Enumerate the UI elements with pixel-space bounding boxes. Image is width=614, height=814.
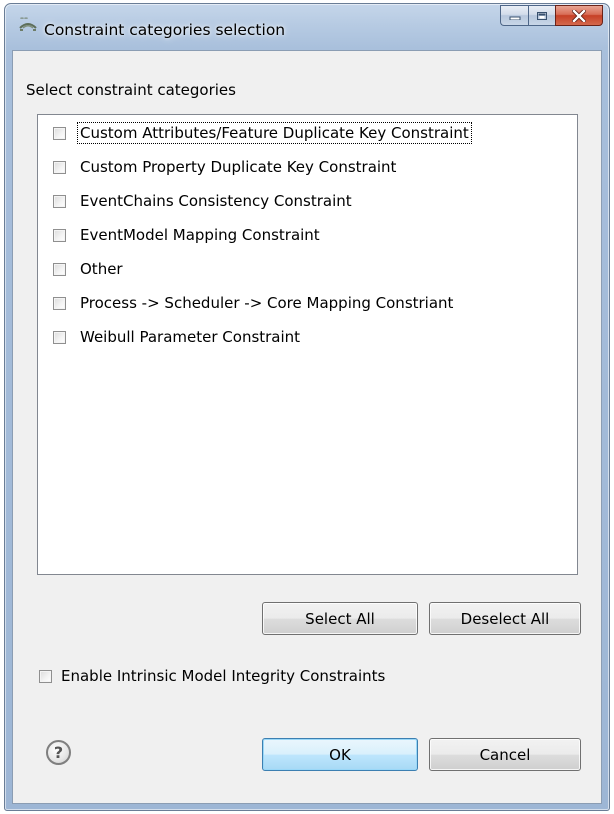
category-checkbox[interactable] — [53, 126, 66, 140]
minimize-icon — [509, 16, 520, 20]
maximize-button[interactable] — [528, 5, 555, 26]
category-label[interactable]: Process -> Scheduler -> Core Mapping Con… — [78, 293, 455, 313]
category-checkbox[interactable] — [53, 330, 66, 344]
caption-buttons — [500, 5, 603, 27]
close-icon — [572, 9, 586, 22]
category-item[interactable]: Weibull Parameter Constraint — [53, 324, 302, 350]
ok-button[interactable]: OK — [262, 738, 418, 771]
category-label[interactable]: EventChains Consistency Constraint — [78, 191, 354, 211]
title-bar[interactable]: Constraint categories selection — [5, 4, 609, 50]
intrinsic-constraints-label[interactable]: Enable Intrinsic Model Integrity Constra… — [61, 667, 385, 685]
help-icon[interactable]: ? — [46, 740, 71, 765]
category-label[interactable]: Custom Attributes/Feature Duplicate Key … — [77, 122, 472, 144]
category-checkbox[interactable] — [53, 296, 66, 310]
category-item[interactable]: Custom Attributes/Feature Duplicate Key … — [53, 120, 472, 146]
category-list[interactable]: Custom Attributes/Feature Duplicate Key … — [37, 114, 578, 575]
maximize-icon — [537, 11, 547, 20]
close-button[interactable] — [555, 5, 603, 26]
category-item[interactable]: EventModel Mapping Constraint — [53, 222, 322, 248]
app-icon — [19, 17, 37, 31]
category-checkbox[interactable] — [53, 160, 66, 174]
minimize-button[interactable] — [500, 5, 528, 26]
window-title: Constraint categories selection — [44, 21, 286, 39]
category-checkbox[interactable] — [53, 262, 66, 276]
category-item[interactable]: Other — [53, 256, 125, 282]
section-label: Select constraint categories — [26, 81, 236, 99]
category-label[interactable]: Other — [78, 259, 125, 279]
category-checkbox[interactable] — [53, 194, 66, 208]
intrinsic-constraints-option[interactable]: Enable Intrinsic Model Integrity Constra… — [39, 667, 385, 685]
category-label[interactable]: Custom Property Duplicate Key Constraint — [78, 157, 398, 177]
category-checkbox[interactable] — [53, 228, 66, 242]
category-item[interactable]: Custom Property Duplicate Key Constraint — [53, 154, 398, 180]
cancel-button[interactable]: Cancel — [429, 738, 581, 771]
category-label[interactable]: EventModel Mapping Constraint — [78, 225, 322, 245]
category-item[interactable]: Process -> Scheduler -> Core Mapping Con… — [53, 290, 455, 316]
deselect-all-button[interactable]: Deselect All — [429, 602, 581, 635]
select-all-button[interactable]: Select All — [262, 602, 418, 635]
intrinsic-constraints-checkbox[interactable] — [39, 669, 52, 683]
category-label[interactable]: Weibull Parameter Constraint — [78, 327, 302, 347]
category-item[interactable]: EventChains Consistency Constraint — [53, 188, 354, 214]
